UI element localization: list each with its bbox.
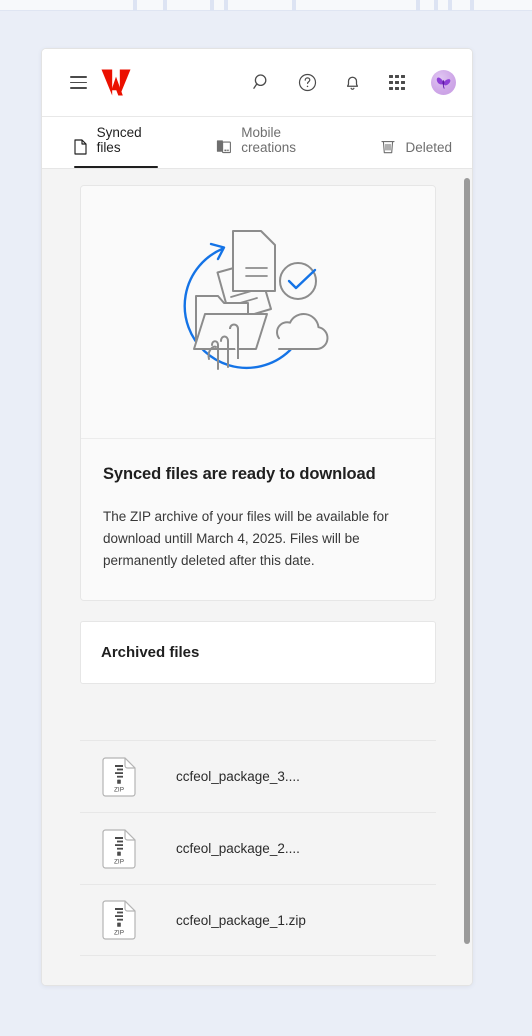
trash-icon	[380, 138, 396, 155]
header-actions	[251, 70, 456, 95]
archived-files-title: Archived files	[101, 644, 200, 661]
chrome-tick	[292, 0, 296, 11]
synced-files-hero-card: Synced files are ready to download The Z…	[80, 185, 436, 601]
list-item[interactable]: ZIP ccfeol_package_3....	[80, 740, 436, 812]
hero-body-text: The ZIP archive of your files will be av…	[103, 509, 389, 568]
sync-files-cloud-illustration	[81, 186, 435, 439]
avatar[interactable]	[431, 70, 456, 95]
chrome-tick	[448, 0, 452, 11]
chrome-tick	[210, 0, 214, 11]
tab-bar: Synced files Mobile creations Deleted	[42, 117, 472, 169]
chrome-tick	[416, 0, 420, 11]
file-name: ccfeol_package_1.zip	[176, 912, 306, 928]
content-inner: Synced files are ready to download The Z…	[42, 169, 472, 956]
zip-file-icon: ZIP	[102, 756, 136, 797]
browser-chrome-strip	[0, 0, 532, 11]
tab-synced-files[interactable]: Synced files	[62, 117, 178, 169]
app-header	[42, 49, 472, 117]
zip-file-icon: ZIP	[102, 900, 136, 940]
hero-title: Synced files are ready to download	[103, 465, 376, 483]
archived-files-card[interactable]: Archived files	[80, 621, 436, 684]
tab-mobile-creations[interactable]: Mobile creations	[204, 117, 342, 168]
zip-icon-label: ZIP	[114, 858, 124, 865]
adobe-logo-icon[interactable]	[101, 69, 131, 96]
archived-file-list: ZIP ccfeol_package_3.... ZIP ccfeol_pack…	[80, 740, 436, 956]
tab-label: Deleted	[405, 140, 452, 155]
hamburger-menu-icon[interactable]	[70, 76, 87, 89]
tab-deleted[interactable]: Deleted	[368, 117, 472, 168]
chrome-tick	[224, 0, 228, 11]
search-icon[interactable]	[251, 72, 273, 94]
chrome-tick	[163, 0, 167, 11]
header-left-group	[70, 69, 131, 96]
zip-file-icon: ZIP	[102, 828, 136, 869]
chrome-tick	[133, 0, 137, 11]
file-name: ccfeol_package_3....	[176, 769, 300, 784]
list-item[interactable]: ZIP ccfeol_package_2....	[80, 812, 436, 884]
tab-label: Synced files	[96, 125, 142, 155]
notifications-bell-icon[interactable]	[341, 72, 363, 94]
hero-text-block: Synced files are ready to download The Z…	[81, 439, 435, 600]
help-icon[interactable]	[296, 72, 318, 94]
document-icon	[74, 138, 88, 155]
content-scroll-area[interactable]: Synced files are ready to download The Z…	[42, 169, 472, 985]
chrome-tick	[470, 0, 474, 11]
tab-label: Mobile creations	[241, 125, 297, 155]
zip-icon-label: ZIP	[114, 786, 124, 793]
mobile-device-icon	[216, 138, 232, 155]
vertical-scrollbar[interactable]	[461, 169, 472, 985]
app-switcher-icon[interactable]	[386, 72, 408, 94]
avatar-butterfly-icon	[436, 77, 451, 89]
list-item[interactable]: ZIP ccfeol_package_1.zip	[80, 884, 436, 956]
file-name: ccfeol_package_2....	[176, 841, 300, 856]
zip-icon-label: ZIP	[114, 930, 124, 937]
app-window: Synced files Mobile creations Deleted Sy…	[41, 48, 473, 986]
scrollbar-thumb[interactable]	[464, 178, 470, 944]
chrome-tick	[434, 0, 438, 11]
